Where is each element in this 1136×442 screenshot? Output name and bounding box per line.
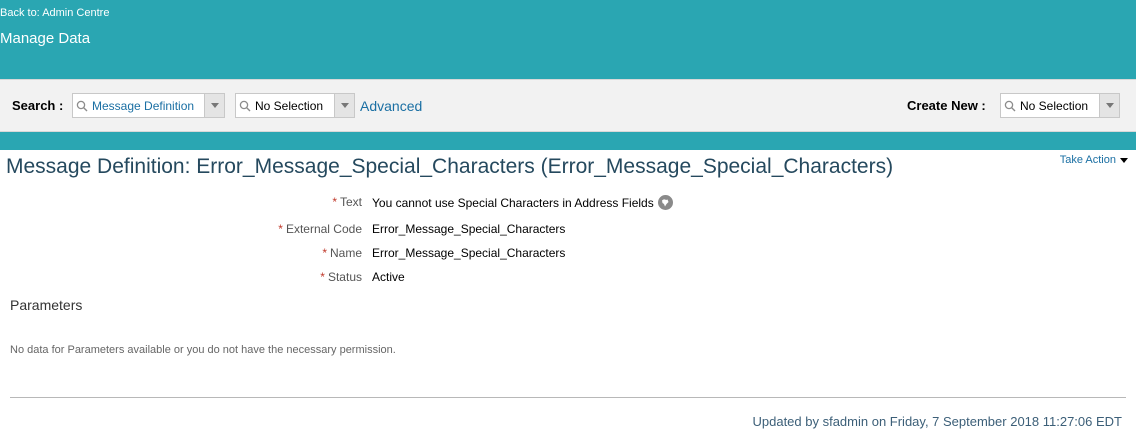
field-label-status: * Status bbox=[320, 270, 362, 284]
page-title: Manage Data bbox=[0, 30, 91, 47]
field-value-text: You cannot use Special Characters in Add… bbox=[372, 195, 673, 210]
required-mark: * bbox=[322, 246, 327, 260]
create-new-label: Create New : bbox=[907, 98, 986, 113]
field-row-text: * Text You cannot use Special Characters … bbox=[0, 195, 760, 213]
required-mark: * bbox=[320, 270, 325, 284]
parameters-empty-message: No data for Parameters available or you … bbox=[10, 344, 396, 356]
text-value: You cannot use Special Characters in Add… bbox=[372, 195, 654, 210]
search-toolbar: Search : Message Definition No Selection… bbox=[0, 79, 1136, 132]
globe-icon[interactable] bbox=[657, 195, 673, 210]
field-row-status: * Status Active bbox=[0, 270, 760, 288]
required-mark: * bbox=[332, 195, 337, 209]
caret-down-icon bbox=[1120, 157, 1128, 163]
field-row-external-code: * External Code Error_Message_Special_Cha… bbox=[0, 222, 760, 240]
chevron-down-icon[interactable] bbox=[204, 94, 224, 117]
search-icon bbox=[236, 94, 254, 117]
field-label-text: * Text bbox=[332, 195, 362, 209]
search-icon bbox=[73, 94, 91, 117]
updated-by-note: Updated by sfadmin on Friday, 7 Septembe… bbox=[752, 414, 1122, 429]
create-new-select[interactable]: No Selection bbox=[1000, 93, 1120, 118]
search-object-value: Message Definition bbox=[92, 98, 195, 113]
take-action-menu[interactable]: Take Action bbox=[1060, 154, 1128, 166]
field-label-name: * Name bbox=[322, 246, 362, 260]
field-row-name: * Name Error_Message_Special_Characters bbox=[0, 246, 760, 264]
search-label: Search : bbox=[12, 98, 64, 113]
search-record-select[interactable]: No Selection bbox=[235, 93, 355, 118]
search-icon bbox=[1001, 94, 1019, 117]
field-value-status: Active bbox=[372, 270, 405, 284]
header-banner: Back to: Admin Centre Manage Data Search… bbox=[0, 0, 1136, 150]
advanced-search-link[interactable]: Advanced bbox=[360, 98, 422, 114]
field-label-external-code: * External Code bbox=[278, 222, 362, 236]
field-value-name: Error_Message_Special_Characters bbox=[372, 246, 566, 260]
search-record-value: No Selection bbox=[255, 98, 324, 113]
back-to-admin-centre-link[interactable]: Back to: Admin Centre bbox=[0, 7, 109, 19]
chevron-down-icon[interactable] bbox=[1099, 94, 1119, 117]
take-action-label[interactable]: Take Action bbox=[1060, 154, 1116, 166]
required-mark: * bbox=[278, 222, 283, 236]
record-title: Message Definition: Error_Message_Specia… bbox=[6, 155, 894, 178]
chevron-down-icon[interactable] bbox=[334, 94, 354, 117]
parameters-heading: Parameters bbox=[10, 297, 83, 313]
field-value-external-code: Error_Message_Special_Characters bbox=[372, 222, 566, 236]
create-new-value: No Selection bbox=[1020, 98, 1089, 113]
divider bbox=[10, 397, 1126, 398]
search-object-select[interactable]: Message Definition bbox=[72, 93, 225, 118]
record-panel: Message Definition: Error_Message_Specia… bbox=[0, 150, 1136, 442]
